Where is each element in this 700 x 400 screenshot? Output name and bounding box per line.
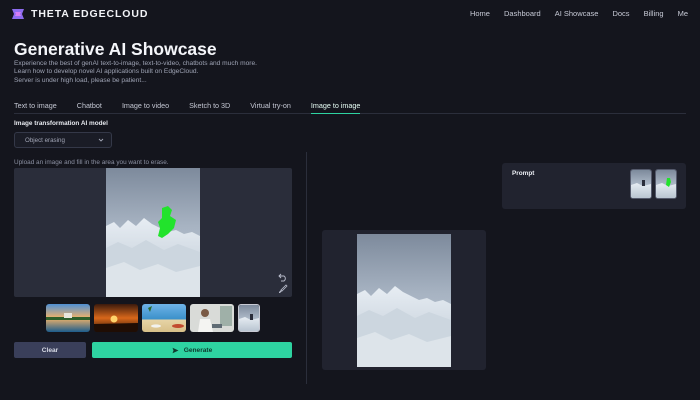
description-line: Server is under high load, please be pat… — [14, 76, 147, 84]
prompt-label: Prompt — [512, 170, 535, 177]
description-line: Experience the best of genAI text-to-ima… — [14, 60, 257, 67]
page-title: Generative AI Showcase — [14, 39, 217, 59]
prompt-mask-image — [655, 169, 677, 199]
sample-image-sunset[interactable] — [94, 304, 138, 332]
undo-icon[interactable] — [278, 272, 288, 282]
result-panel — [322, 230, 486, 370]
nav-billing[interactable]: Billing — [644, 9, 664, 18]
send-icon — [172, 347, 179, 353]
panel-divider — [306, 152, 307, 384]
nav-docs[interactable]: Docs — [612, 9, 629, 18]
tab-chatbot[interactable]: Chatbot — [77, 101, 102, 114]
result-image — [357, 234, 451, 367]
brand-name: THETA EDGECLOUD — [31, 8, 149, 20]
sample-images — [46, 304, 260, 332]
model-select[interactable]: Object erasing — [14, 132, 112, 148]
showcase-tabs: Text to image Chatbot Image to video Ske… — [14, 101, 686, 114]
top-navigation-bar: THETA EDGECLOUD Home Dashboard AI Showca… — [0, 0, 700, 28]
description-line: Learn how to develop novel AI applicatio… — [14, 68, 199, 76]
prompt-panel: Prompt — [502, 163, 686, 209]
image-editor-canvas[interactable] — [14, 168, 292, 297]
tab-sketch-to-3d[interactable]: Sketch to 3D — [189, 101, 230, 114]
uploaded-image[interactable] — [106, 168, 200, 297]
main-nav: Home Dashboard AI Showcase Docs Billing … — [470, 9, 688, 18]
prompt-input-image — [630, 169, 652, 199]
generate-label: Generate — [183, 346, 213, 354]
nav-home[interactable]: Home — [470, 9, 490, 18]
model-select-value: Object erasing — [25, 137, 65, 144]
chevron-down-icon — [98, 138, 104, 142]
theta-logo-icon — [12, 9, 24, 19]
tab-virtual-try-on[interactable]: Virtual try-on — [250, 101, 291, 114]
sample-image-person[interactable] — [190, 304, 234, 332]
brush-icon[interactable] — [278, 284, 288, 294]
tab-image-to-video[interactable]: Image to video — [122, 101, 169, 114]
page-description: Experience the best of genAI text-to-ima… — [14, 60, 334, 85]
tab-image-to-image[interactable]: Image to image — [310, 101, 361, 114]
model-label: Image transformation AI model — [14, 120, 108, 127]
sample-image-lake[interactable] — [46, 304, 90, 332]
nav-dashboard[interactable]: Dashboard — [504, 9, 541, 18]
sample-image-snow[interactable] — [238, 304, 260, 332]
nav-ai-showcase[interactable]: AI Showcase — [555, 9, 599, 18]
tab-text-to-image[interactable]: Text to image — [14, 101, 57, 114]
brand-logo[interactable]: THETA EDGECLOUD — [10, 7, 148, 21]
upload-hint: Upload an image and fill in the area you… — [14, 159, 169, 166]
generate-button[interactable]: Generate — [92, 342, 292, 358]
clear-button[interactable]: Clear — [14, 342, 86, 358]
nav-me[interactable]: Me — [678, 9, 688, 18]
sample-image-beach[interactable] — [142, 304, 186, 332]
